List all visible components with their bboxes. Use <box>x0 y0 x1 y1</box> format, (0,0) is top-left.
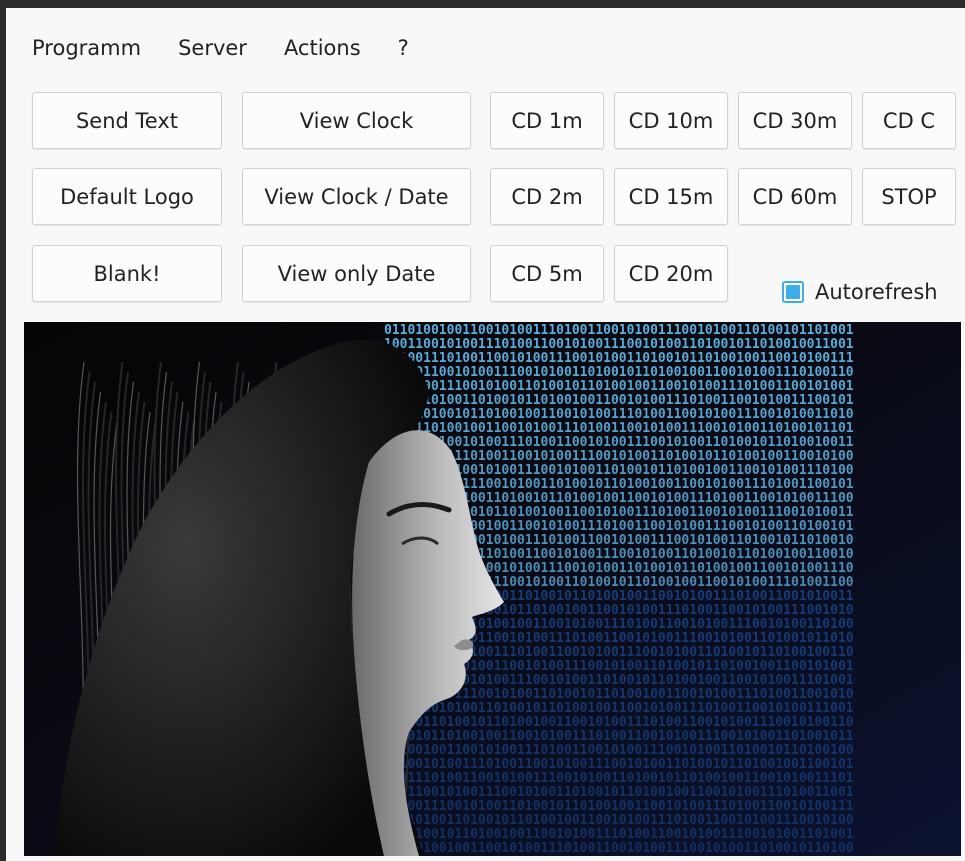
stop-button[interactable]: STOP <box>862 168 956 225</box>
binary-row: 1010011100101001101001011010010011001010… <box>384 799 854 814</box>
view-only-date-button[interactable]: View only Date <box>242 245 471 302</box>
cd-20m-button[interactable]: CD 20m <box>614 245 728 302</box>
cd-10m-button[interactable]: CD 10m <box>614 92 728 149</box>
menu-bar: Programm Server Actions ? <box>32 36 446 66</box>
binary-row: 1001100101001110010100110100101101001001… <box>384 785 854 800</box>
menu-programm[interactable]: Programm <box>32 36 141 66</box>
view-clock-button[interactable]: View Clock <box>242 92 471 149</box>
default-logo-button[interactable]: Default Logo <box>32 168 222 225</box>
cd-60m-button[interactable]: CD 60m <box>738 168 852 225</box>
menu-help[interactable]: ? <box>398 36 409 66</box>
preview-display: 0110100100110010100111010011001010011100… <box>24 322 961 856</box>
cd-1m-button[interactable]: CD 1m <box>490 92 604 149</box>
binary-row: 1011010010011001010011101001100101001110… <box>384 841 854 856</box>
binary-row: 0100101101001001100101001110100110010100… <box>384 729 854 744</box>
app-window: Programm Server Actions ? Send Text View… <box>0 0 965 861</box>
cd-2m-button[interactable]: CD 2m <box>490 168 604 225</box>
send-text-button[interactable]: Send Text <box>32 92 222 149</box>
binary-row: 1001100101001110100110010100111001010011… <box>384 337 854 352</box>
view-clock-date-button[interactable]: View Clock / Date <box>242 168 471 225</box>
preview-image: 0110100100110010100111010011001010011100… <box>24 322 961 856</box>
binary-row: 0010110100100110010100111010011001010011… <box>384 421 854 436</box>
binary-row: 0110100101101001001100101001110100110010… <box>384 827 854 842</box>
binary-row: 1001110100110010100111001010011010010110… <box>384 771 854 786</box>
binary-row: 1001001100101001110100110010100111001010… <box>384 435 854 450</box>
cd-15m-button[interactable]: CD 15m <box>614 168 728 225</box>
blank-button[interactable]: Blank! <box>32 245 222 302</box>
autorefresh-checkbox[interactable] <box>782 281 804 303</box>
binary-row: 1010011010010110100100110010100111010011… <box>384 715 854 730</box>
binary-row: 0010100111001010011010010110100100110010… <box>384 379 854 394</box>
autorefresh-toggle[interactable]: Autorefresh <box>782 280 938 304</box>
binary-row: 0011100101001101001011010010011001010011… <box>384 701 854 716</box>
cd-5m-button[interactable]: CD 5m <box>490 245 604 302</box>
binary-row: 1010010011001010011101001100101001110010… <box>384 743 854 758</box>
binary-row: 1010011101001100101001110010100110100101… <box>384 351 854 366</box>
cd-c-button[interactable]: CD C <box>862 92 956 149</box>
binary-row: 1001101001011010010011001010011101001100… <box>384 407 854 422</box>
binary-row: 1110010100110100101101001001100101001110… <box>384 393 854 408</box>
checkbox-check-icon <box>786 285 800 299</box>
menu-server[interactable]: Server <box>178 36 247 66</box>
cd-30m-button[interactable]: CD 30m <box>738 92 852 149</box>
binary-row: 1001010011010010110100100110010100111010… <box>384 813 854 828</box>
autorefresh-label: Autorefresh <box>815 280 938 304</box>
binary-row: 1010011001010011100101001101001011010010… <box>384 365 854 380</box>
binary-row: 0110100100110010100111010011001010011100… <box>384 323 854 338</box>
menu-actions[interactable]: Actions <box>284 36 361 66</box>
binary-row: 0110010100111010011001010011100101001101… <box>384 757 854 772</box>
